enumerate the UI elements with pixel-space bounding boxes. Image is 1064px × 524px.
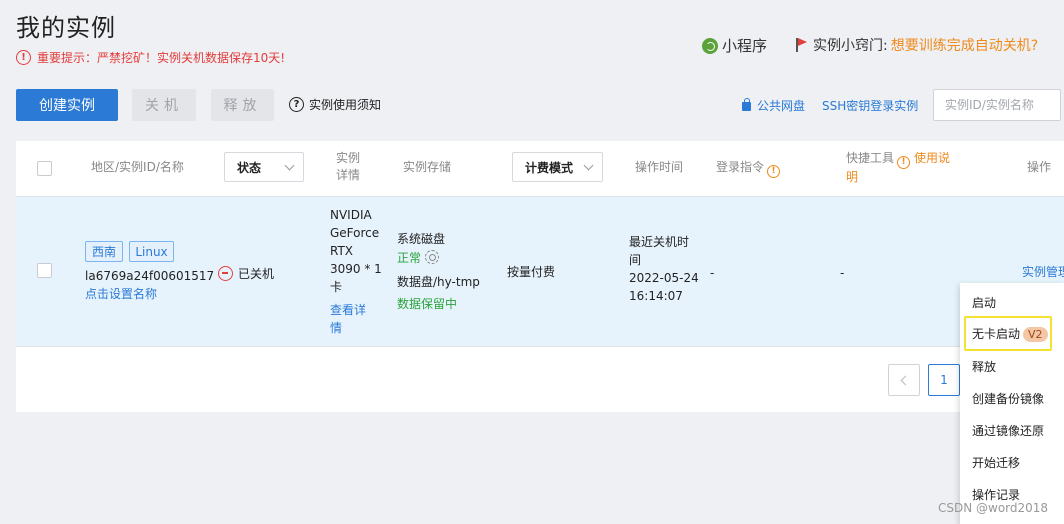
menu-item-create-image[interactable]: 创建备份镜像 [972, 390, 1044, 407]
set-name-link[interactable]: 点击设置名称 [85, 285, 157, 303]
menu-item-release[interactable]: 释放 [972, 358, 996, 375]
chevron-down-icon [284, 160, 295, 171]
usage-notice-label: 实例使用须知 [309, 98, 382, 112]
op-time-label-cont: 间 [629, 253, 642, 267]
os-tag: Linux [129, 241, 174, 262]
select-all-checkbox[interactable] [37, 161, 52, 176]
lock-icon [742, 98, 751, 111]
system-disk-label: 系统磁盘 [397, 232, 446, 246]
op-time-label: 最近关机时 [629, 235, 690, 249]
status-filter-dropdown[interactable]: 状态 [224, 152, 304, 182]
watermark: CSDN @word2018 [938, 501, 1049, 515]
menu-item-migrate[interactable]: 开始迁移 [972, 454, 1020, 471]
view-detail-link[interactable]: 查看详 情 [330, 301, 366, 337]
menu-item-restore-image[interactable]: 通过镜像还原 [972, 422, 1044, 439]
public-disk-link[interactable]: 公共网盘 [742, 97, 805, 114]
info-icon[interactable]: ! [897, 156, 911, 169]
quick-tools: - [840, 266, 845, 280]
warning-banner: ! 重要提示：严禁挖矿！实例关机数据保存10天! [16, 49, 285, 66]
instance-manage-menu: 启动 无卡启动 V2 释放 创建备份镜像 通过镜像还原 开始迁移 操作记录 [960, 283, 1064, 524]
op-date: 2022-05-24 [629, 271, 699, 285]
tips-label: 实例小窍门: [813, 38, 888, 54]
create-instance-button[interactable]: 创建实例 [16, 89, 118, 121]
search-input[interactable] [933, 89, 1061, 121]
instance-table: 地区/实例ID/名称 状态 实例 详情 实例存储 计费模式 操作时间 登录指令!… [16, 141, 1064, 412]
header-detail-line1: 实例 [336, 151, 361, 165]
op-clock: 16:14:07 [629, 289, 683, 303]
header-detail-line2: 详情 [336, 168, 361, 182]
question-icon: ? [289, 97, 304, 112]
instance-id: la6769a24f00601517 [85, 269, 215, 283]
header-login: 登录指令! [716, 159, 781, 178]
gear-icon[interactable] [425, 250, 440, 264]
miniprogram-link[interactable]: 小程序 [702, 35, 767, 56]
data-disk-label: 数据盘/hy-tmp [397, 275, 480, 289]
region-tag: 西南 [85, 241, 123, 262]
gpu-line: 3090 * 1 [330, 262, 382, 276]
prev-page-button[interactable] [888, 364, 920, 396]
menu-item-start[interactable]: 启动 [972, 294, 996, 311]
header-storage: 实例存储 [403, 160, 452, 174]
billing-filter-label: 计费模式 [525, 160, 574, 175]
miniprogram-label: 小程序 [722, 37, 768, 55]
gpu-line: 卡 [330, 280, 343, 294]
page-title: 我的实例 [16, 14, 116, 42]
header-region: 地区/实例ID/名称 [91, 160, 184, 174]
data-disk-status: 数据保留中 [397, 297, 458, 311]
menu-item-start-no-gpu[interactable]: 无卡启动 V2 [972, 325, 1048, 342]
tools-help-link[interactable]: 使用说 [914, 151, 950, 165]
release-button[interactable]: 释放 [211, 89, 274, 121]
status-cell: 已关机 [218, 265, 274, 282]
header-actions: 操作 [1027, 160, 1052, 174]
op-time-cell: 最近关机时 间 2022-05-24 16:14:07 [629, 233, 699, 305]
system-disk-status-text: 正常 [397, 251, 422, 265]
info-icon[interactable]: ! [767, 165, 781, 178]
header-login-label: 登录指令 [716, 160, 765, 174]
gpu-line: RTX [330, 244, 354, 258]
page-1-button[interactable]: 1 [928, 364, 960, 396]
stopped-icon [218, 266, 233, 281]
miniprogram-icon [702, 37, 718, 54]
header-detail: 实例 详情 [336, 150, 360, 184]
chevron-down-icon [583, 160, 594, 171]
table-header: 地区/实例ID/名称 状态 实例 详情 实例存储 计费模式 操作时间 登录指令!… [16, 141, 1064, 196]
warning-text: 重要提示：严禁挖矿！实例关机数据保存10天! [37, 51, 286, 65]
tools-help-link-cont[interactable]: 明 [846, 169, 964, 186]
login-command: - [710, 266, 715, 280]
flag-icon [796, 38, 808, 52]
public-disk-label: 公共网盘 [757, 99, 806, 113]
table-row: 西南 Linux la6769a24f00601517 点击设置名称 已关机 N… [16, 196, 1064, 347]
instance-tips: 实例小窍门: 想要训练完成自动关机? [796, 35, 1038, 55]
gpu-line: NVIDIA [330, 208, 372, 222]
chevron-left-icon [900, 375, 911, 385]
system-disk-status: 正常 [397, 249, 440, 267]
view-detail-line1: 查看详 [330, 303, 367, 317]
status-label: 已关机 [238, 267, 275, 281]
header-tools-label: 快捷工具 [846, 151, 895, 165]
instance-manage-link[interactable]: 实例管理 [1022, 263, 1064, 281]
gpu-line: GeForce [330, 226, 380, 240]
billing-filter-dropdown[interactable]: 计费模式 [512, 152, 603, 182]
exclamation-icon: ! [16, 50, 31, 65]
gpu-spec: NVIDIA GeForce RTX 3090 * 1 卡 [330, 206, 382, 296]
ssh-login-link[interactable]: SSH密钥登录实例 [822, 97, 918, 114]
usage-notice-link[interactable]: ? 实例使用须知 [289, 96, 381, 113]
v2-badge: V2 [1023, 327, 1048, 342]
billing-mode: 按量付费 [507, 265, 556, 279]
view-detail-line2: 情 [330, 321, 343, 335]
tips-link[interactable]: 想要训练完成自动关机? [891, 35, 1038, 55]
menu-item-start-no-gpu-label: 无卡启动 [972, 327, 1021, 341]
shutdown-button[interactable]: 关机 [132, 89, 196, 121]
header-tools: 快捷工具! 使用说 明 [846, 150, 964, 186]
row-checkbox[interactable] [37, 263, 52, 278]
header-op-time: 操作时间 [635, 160, 684, 174]
status-filter-label: 状态 [237, 160, 262, 175]
